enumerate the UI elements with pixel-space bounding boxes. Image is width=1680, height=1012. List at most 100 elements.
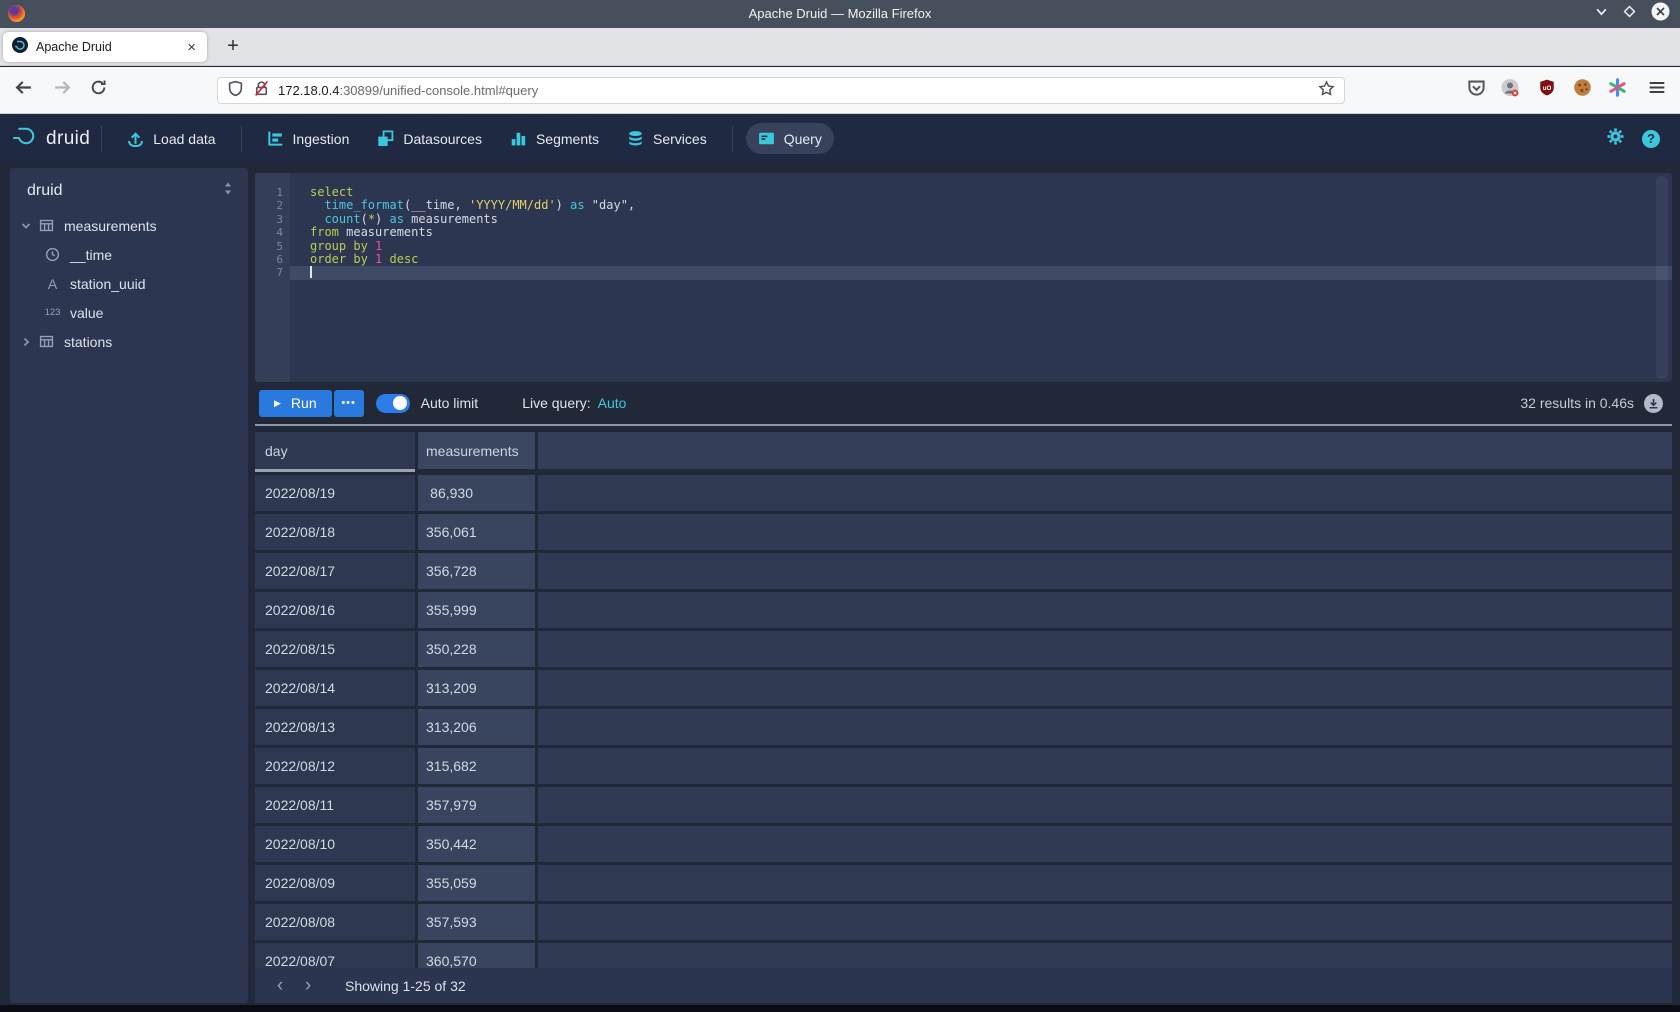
druid-logo[interactable]: druid <box>12 125 90 152</box>
editor-scrollbar[interactable] <box>1656 176 1668 379</box>
chevron-left-icon[interactable]: ‹ <box>269 976 291 995</box>
window-title: Apache Druid — Mozilla Firefox <box>0 6 1680 21</box>
nav-item-segments[interactable]: Segments <box>498 123 611 154</box>
sorted-column-indicator <box>255 469 415 472</box>
chevron-right-icon[interactable] <box>20 336 32 348</box>
cell-filler <box>538 553 1672 589</box>
browser-tab[interactable]: Apache Druid × <box>3 32 207 62</box>
cell-measurements[interactable]: 355,059 <box>418 865 535 901</box>
nav-item-label: Ingestion <box>293 131 350 147</box>
cell-measurements[interactable]: 313,209 <box>418 670 535 706</box>
cell-day[interactable]: 2022/08/17 <box>255 553 415 589</box>
cell-measurements[interactable]: 357,593 <box>418 904 535 940</box>
cell-filler <box>538 748 1672 784</box>
column-header-day[interactable]: day <box>255 432 415 469</box>
account-icon[interactable] <box>1500 78 1520 103</box>
cell-measurements[interactable]: 86,930 <box>418 475 535 511</box>
ingestion-icon <box>267 130 284 147</box>
window-close-icon[interactable] <box>1651 2 1670 26</box>
tab-close-icon[interactable]: × <box>185 40 198 55</box>
table-row: 2022/08/11357,979 <box>255 787 1672 823</box>
cell-measurements[interactable]: 355,999 <box>418 592 535 628</box>
services-icon <box>627 130 644 147</box>
double-caret-sort-icon[interactable] <box>222 181 234 201</box>
nav-item-load-data[interactable]: Load data <box>115 123 227 154</box>
nav-item-ingestion[interactable]: Ingestion <box>255 123 362 154</box>
tree-item-station_uuid[interactable]: Astation_uuid <box>10 269 248 298</box>
sql-editor[interactable]: 1234567 select time_format(__time, 'YYYY… <box>255 173 1672 382</box>
tree-item-label: measurements <box>64 218 157 234</box>
tab-bar: Apache Druid × + <box>0 28 1680 66</box>
help-icon[interactable]: ? <box>1642 130 1660 148</box>
insecure-lock-icon[interactable] <box>254 80 269 102</box>
window-minimize-icon[interactable] <box>1595 5 1608 23</box>
cell-measurements[interactable]: 350,442 <box>418 826 535 862</box>
run-toolbar: ▶ Run ••• Auto limit Live query: Auto 32… <box>255 382 1672 424</box>
new-tab-button[interactable]: + <box>220 33 246 59</box>
chevron-right-icon[interactable]: › <box>297 976 319 995</box>
cell-day[interactable]: 2022/08/16 <box>255 592 415 628</box>
menu-hamburger-icon[interactable] <box>1648 79 1666 102</box>
cell-measurements[interactable]: 350,228 <box>418 631 535 667</box>
code-line-2: time_format(__time, 'YYYY/MM/dd') as "da… <box>290 199 1672 212</box>
tree-item-__time[interactable]: __time <box>10 240 248 269</box>
cell-measurements[interactable]: 315,682 <box>418 748 535 784</box>
schema-selector[interactable]: druid <box>10 168 248 211</box>
pocket-icon[interactable] <box>1467 78 1486 102</box>
table-row: 2022/08/12315,682 <box>255 748 1672 784</box>
cell-day[interactable]: 2022/08/14 <box>255 670 415 706</box>
nav-item-datasources[interactable]: Datasources <box>365 123 494 154</box>
tree-item-value[interactable]: 123value <box>10 298 248 327</box>
cookie-extension-icon[interactable] <box>1573 78 1592 102</box>
cell-day[interactable]: 2022/08/13 <box>255 709 415 745</box>
auto-limit-toggle[interactable] <box>376 394 410 413</box>
nav-item-query[interactable]: Query <box>746 123 834 154</box>
tracking-protection-shield-icon[interactable] <box>227 80 244 102</box>
back-icon[interactable] <box>14 78 34 103</box>
nav-item-label: Services <box>653 131 707 147</box>
cell-measurements[interactable]: 356,728 <box>418 553 535 589</box>
cell-day[interactable]: 2022/08/15 <box>255 631 415 667</box>
chevron-down-icon[interactable] <box>20 220 32 232</box>
browser-toolbar: 172.18.0.4:30899/unified-console.html#qu… <box>0 67 1680 114</box>
reload-icon[interactable] <box>90 79 107 101</box>
download-icon[interactable] <box>1644 394 1663 413</box>
url-bar[interactable]: 172.18.0.4:30899/unified-console.html#qu… <box>217 77 1345 104</box>
results-status: 32 results in 0.46s <box>1520 395 1634 411</box>
cell-day[interactable]: 2022/08/10 <box>255 826 415 862</box>
asterisk-extension-icon[interactable] <box>1608 78 1627 102</box>
line-number: 7 <box>255 266 290 279</box>
settings-gear-icon[interactable] <box>1606 127 1625 151</box>
column-header-filler <box>538 432 1672 469</box>
tree-item-measurements[interactable]: measurements <box>10 211 248 240</box>
code-line-5: group by 1 <box>290 240 1672 253</box>
window-maximize-icon[interactable] <box>1623 5 1636 23</box>
cell-day[interactable]: 2022/08/19 <box>255 475 415 511</box>
cell-day[interactable]: 2022/08/18 <box>255 514 415 550</box>
forward-icon[interactable] <box>52 78 72 103</box>
druid-favicon-icon <box>12 37 28 58</box>
live-query-value[interactable]: Auto <box>598 395 627 411</box>
query-icon <box>758 130 775 147</box>
table-row: 2022/08/18356,061 <box>255 514 1672 550</box>
table-row: 2022/08/15350,228 <box>255 631 1672 667</box>
cell-day[interactable]: 2022/08/11 <box>255 787 415 823</box>
cell-measurements[interactable]: 356,061 <box>418 514 535 550</box>
run-button[interactable]: ▶ Run <box>259 390 332 417</box>
column-header-measurements[interactable]: measurements <box>418 432 535 469</box>
bookmark-star-icon[interactable] <box>1318 80 1335 102</box>
cell-day[interactable]: 2022/08/12 <box>255 748 415 784</box>
cell-measurements[interactable]: 313,206 <box>418 709 535 745</box>
ublock-extension-icon[interactable]: uO <box>1538 79 1556 102</box>
cell-filler <box>538 904 1672 940</box>
live-query-label: Live query: <box>522 395 590 411</box>
table-type-icon <box>38 218 55 233</box>
number-type-icon: 123 <box>44 307 61 318</box>
nav-item-services[interactable]: Services <box>615 123 719 154</box>
cell-day[interactable]: 2022/08/09 <box>255 865 415 901</box>
cell-day[interactable]: 2022/08/08 <box>255 904 415 940</box>
results-rows: 2022/08/1986,9302022/08/18356,0612022/08… <box>255 475 1672 1003</box>
cell-measurements[interactable]: 357,979 <box>418 787 535 823</box>
run-more-button[interactable]: ••• <box>334 390 364 417</box>
tree-item-stations[interactable]: stations <box>10 327 248 356</box>
